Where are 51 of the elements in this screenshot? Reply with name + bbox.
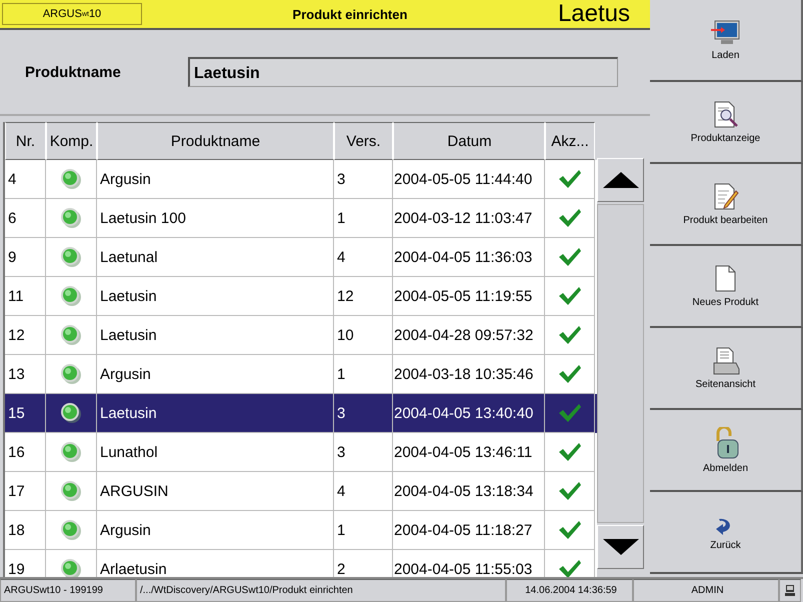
table-row[interactable]: 13 Argusin 1 2004-03-18 10:35:46 (5, 355, 597, 394)
status-field: 14.06.2004 14:36:59 (506, 579, 633, 602)
table-row[interactable]: 9 Laetunal 4 2004-04-05 11:36:03 (5, 238, 597, 277)
document-magnifier-icon (712, 100, 738, 128)
brand-logo: Laetus (558, 0, 631, 28)
triangle-down-icon (600, 537, 640, 557)
document-pencil-icon (712, 182, 738, 210)
sidebar-button[interactable]: Produkt bearbeiten (650, 164, 803, 246)
table-row[interactable]: 15 Laetusin 3 2004-04-05 13:40:40 (5, 394, 597, 433)
field-label: Produktname (25, 64, 122, 80)
column-header[interactable]: Vers. (334, 122, 393, 160)
status-lamp-icon (60, 402, 82, 424)
product-name-field[interactable]: Laetusin (188, 57, 618, 87)
computer-icon (785, 585, 795, 596)
scroll-up-button[interactable] (597, 158, 644, 202)
table-row[interactable]: 11 Laetusin 12 2004-05-05 11:19:55 (5, 277, 597, 316)
triangle-up-icon (600, 170, 640, 190)
table-row[interactable]: 17 ARGUSIN 4 2004-04-05 13:18:34 (5, 472, 597, 511)
status-lamp-icon (60, 480, 82, 502)
scroll-down-button[interactable] (597, 525, 644, 569)
sidebar-button[interactable]: Seitenansicht (650, 328, 803, 410)
table-row[interactable]: 12 Laetusin 10 2004-04-28 09:57:32 (5, 316, 597, 355)
column-header[interactable]: Nr. (5, 122, 46, 160)
window-title: Produkt einrichten (292, 6, 408, 22)
column-header[interactable]: Akz... (545, 122, 595, 160)
column-header[interactable]: Produktname (97, 122, 334, 160)
sidebar-button[interactable]: Produktanzeige (650, 82, 803, 164)
status-lamp-icon (60, 324, 82, 346)
sidebar-button[interactable]: Neues Produkt (650, 246, 803, 328)
status-field: /.../WtDiscovery/ARGUSwt10/Produkt einrichten (136, 579, 506, 602)
status-field: ARGUSwt10 - 199199 (0, 579, 136, 602)
status-field: ADMIN (633, 579, 779, 602)
status-lamp-icon (60, 363, 82, 385)
status-lamp-icon (60, 246, 82, 268)
status-lamp-icon (60, 519, 82, 541)
monitor-icon (710, 20, 740, 46)
column-header[interactable]: Komp. (46, 122, 97, 160)
blank-document-icon (714, 264, 736, 292)
status-lamp-icon (60, 441, 82, 463)
sidebar-button[interactable]: Laden (650, 0, 803, 82)
table-row[interactable]: 4 Argusin 3 2004-05-05 11:44:40 (5, 160, 597, 199)
table-row[interactable]: 6 Laetusin 100 1 2004-03-12 11:03:47 (5, 199, 597, 238)
printer-icon (712, 346, 740, 374)
sidebar-button[interactable]: Abmelden (650, 410, 803, 492)
status-lamp-icon (60, 207, 82, 229)
table-row[interactable]: 16 Lunathol 3 2004-04-05 13:46:11 (5, 433, 597, 472)
sidebar-button[interactable]: Zurück (650, 492, 803, 574)
status-lamp-icon (60, 168, 82, 190)
table-row[interactable]: 18 Argusin 1 2004-04-05 11:18:27 (5, 511, 597, 550)
status-lamp-icon (60, 285, 82, 307)
column-header[interactable]: Datum (393, 122, 545, 160)
